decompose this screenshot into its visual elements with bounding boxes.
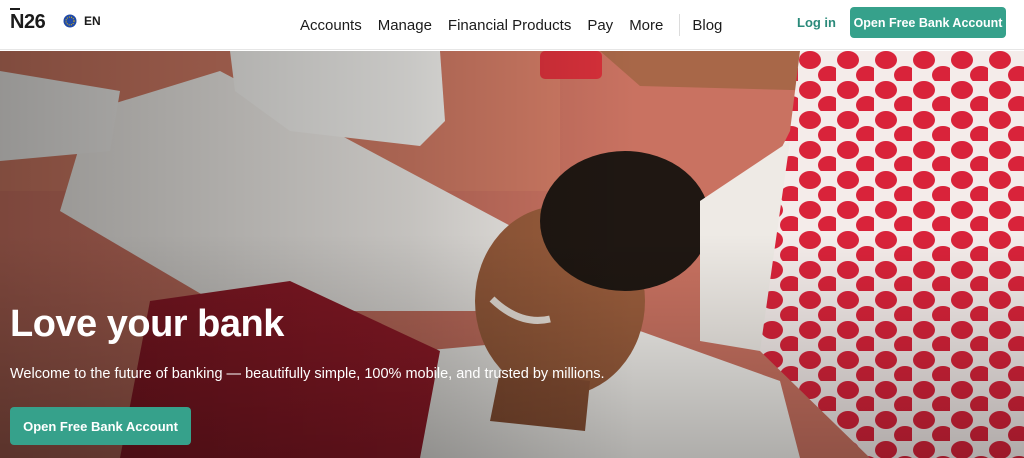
hero-bottom-gradient <box>0 51 1024 458</box>
nav-blog[interactable]: Blog <box>692 17 722 34</box>
globe-icon <box>63 14 77 28</box>
nav-manage[interactable]: Manage <box>378 17 432 34</box>
open-account-button-hero[interactable]: Open Free Bank Account <box>10 407 191 445</box>
login-link[interactable]: Log in <box>797 15 836 30</box>
nav-financial-products[interactable]: Financial Products <box>448 17 571 34</box>
language-code: EN <box>84 14 101 28</box>
logo-bar <box>10 8 20 10</box>
nav-pay[interactable]: Pay <box>587 17 613 34</box>
hero-subtitle: Welcome to the future of banking — beaut… <box>10 366 605 382</box>
nav-divider <box>679 14 681 36</box>
n26-logo[interactable]: N26 <box>10 8 46 33</box>
nav-accounts[interactable]: Accounts <box>300 17 362 34</box>
nav-more[interactable]: More <box>629 17 663 34</box>
hero-section: Love your bank Welcome to the future of … <box>0 51 1024 458</box>
hero-title: Love your bank <box>10 303 284 345</box>
logo-text: N26 <box>10 11 46 33</box>
main-nav: Accounts Manage Financial Products Pay M… <box>300 0 738 50</box>
open-account-button-header[interactable]: Open Free Bank Account <box>850 7 1006 38</box>
language-selector[interactable]: EN <box>63 14 101 28</box>
site-header: N26 EN Accounts Manage Financial Product… <box>0 0 1024 50</box>
